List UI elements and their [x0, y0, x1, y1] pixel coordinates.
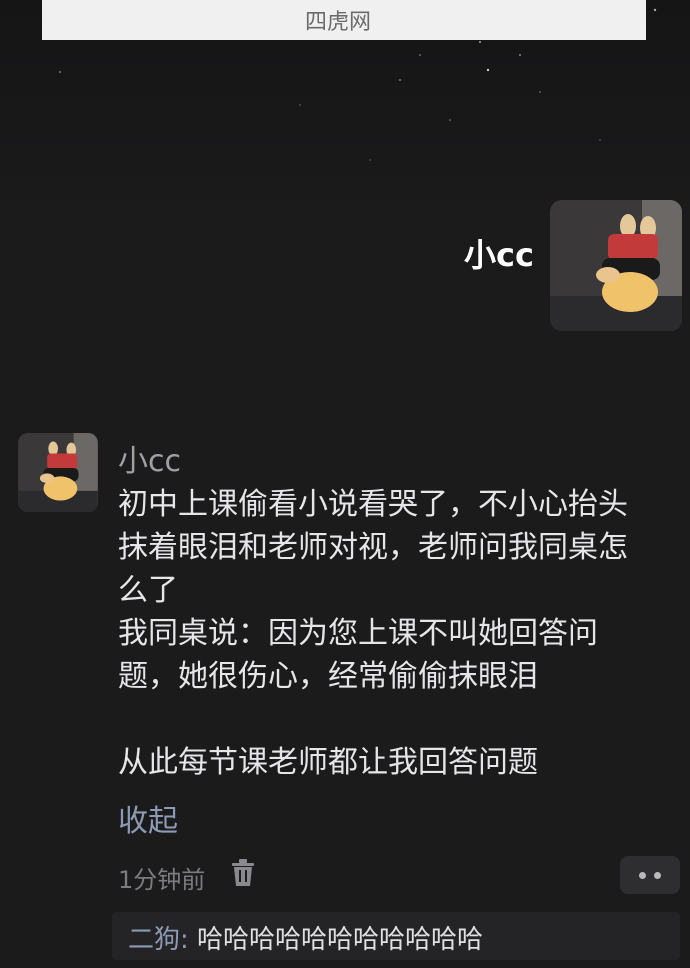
post-author-name[interactable]: 小cc — [118, 436, 181, 480]
profile-name[interactable]: 小cc — [464, 230, 534, 276]
profile-avatar[interactable] — [550, 200, 682, 331]
comment-separator: : — [180, 925, 198, 955]
comment-text: 哈哈哈哈哈哈哈哈哈哈哈 — [197, 925, 484, 955]
post-body-text: 初中上课偷看小说看哭了，不小心抬头 抹着眼泪和老师对视，老师问我同桌怎 么了 我… — [118, 487, 628, 780]
post-timestamp: 1分钟前 — [118, 866, 206, 894]
watermark-text: 四虎网 — [304, 10, 371, 35]
comment-preview[interactable]: 二狗: 哈哈哈哈哈哈哈哈哈哈哈 — [112, 912, 680, 960]
post-author-avatar[interactable] — [18, 433, 98, 512]
collapse-link[interactable]: 收起 — [118, 796, 178, 840]
avatar-image — [18, 433, 98, 512]
more-dots-icon — [654, 871, 661, 879]
more-dots-icon — [639, 871, 646, 879]
watermark-banner: 四虎网 — [42, 0, 646, 40]
comment-author[interactable]: 二狗 — [128, 925, 180, 955]
more-options-button[interactable] — [620, 856, 680, 894]
comment-line: 二狗: 哈哈哈哈哈哈哈哈哈哈哈 — [128, 919, 483, 956]
trash-icon[interactable] — [230, 858, 256, 888]
trash-icon-graphic — [232, 859, 254, 886]
avatar-image — [550, 200, 682, 331]
